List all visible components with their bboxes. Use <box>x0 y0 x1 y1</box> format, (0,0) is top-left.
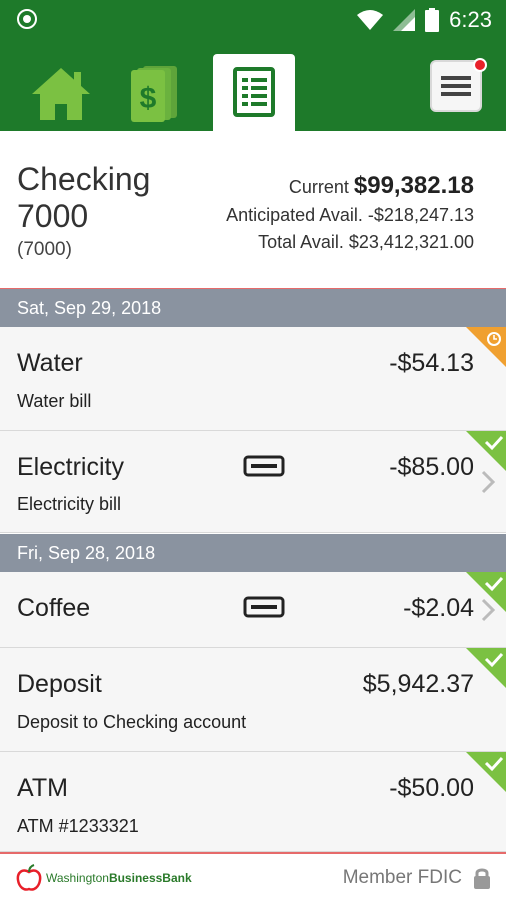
transaction-description: Water bill <box>17 391 92 411</box>
account-summary: Checking 7000 (7000) Current $99,382.18 … <box>0 131 506 290</box>
money-icon: $ <box>131 66 177 122</box>
ledger-icon <box>233 67 275 117</box>
top-nav: $ <box>0 40 506 131</box>
current-balance: Current $99,382.18 <box>288 172 474 199</box>
member-fdic-text: Member FDIC <box>342 867 462 888</box>
clock: 6:23 <box>449 7 492 32</box>
transaction-amount: -$54.13 <box>389 349 474 377</box>
transaction-title: Coffee <box>17 594 91 622</box>
transaction-row[interactable]: Water Water bill -$54.13 <box>0 327 506 431</box>
lock-icon <box>474 868 490 889</box>
date-header: Sat, Sep 29, 2018 <box>0 289 506 327</box>
transaction-description: ATM #1233321 <box>17 816 139 836</box>
transaction-amount: -$50.00 <box>389 774 474 802</box>
hamburger-menu-icon <box>441 76 471 96</box>
chevron-right-icon <box>481 470 496 494</box>
transaction-description: Deposit to Checking account <box>17 712 247 732</box>
transaction-row[interactable]: ATM ATM #1233321 -$50.00 <box>0 752 506 852</box>
card-icon <box>243 596 285 618</box>
chevron-right-icon <box>481 598 496 622</box>
svg-text:$: $ <box>140 82 157 115</box>
tab-money[interactable]: $ <box>116 54 198 131</box>
transaction-amount: -$2.04 <box>403 594 474 622</box>
home-icon <box>32 68 90 120</box>
signal-icon <box>393 9 416 31</box>
transaction-title: Deposit <box>17 670 102 698</box>
transaction-title: Electricity <box>17 453 124 481</box>
account-name: Checking 7000 <box>17 161 151 234</box>
transaction-row[interactable]: Coffee -$2.04 <box>0 572 506 648</box>
transaction-title: ATM <box>17 774 68 802</box>
date-header: Fri, Sep 28, 2018 <box>0 534 506 572</box>
footer: WashingtonBusinessBank Member FDIC <box>0 852 506 900</box>
cleared-check-icon <box>466 648 506 688</box>
tab-ledger[interactable] <box>213 54 295 131</box>
cleared-check-icon <box>466 752 506 792</box>
status-bar: 6:23 <box>0 0 506 40</box>
account-number: (7000) <box>17 239 72 260</box>
transaction-title: Water <box>17 349 83 377</box>
notification-icon <box>17 9 37 29</box>
transaction-row[interactable]: Electricity Electricity bill -$85.00 <box>0 431 506 533</box>
transaction-amount: $5,942.37 <box>362 670 474 698</box>
transaction-amount: -$85.00 <box>389 453 474 481</box>
battery-icon <box>425 8 440 32</box>
total-balance: Total Avail. $23,412,321.00 <box>258 232 474 252</box>
card-icon <box>243 455 285 477</box>
cleared-check-icon <box>466 431 506 471</box>
notification-badge <box>473 58 487 72</box>
tab-home[interactable] <box>20 54 102 131</box>
apple-logo-icon <box>16 864 42 891</box>
transaction-row[interactable]: Deposit Deposit to Checking account $5,9… <box>0 648 506 752</box>
bank-logo[interactable]: WashingtonBusinessBank <box>16 864 192 892</box>
wifi-icon <box>357 10 384 30</box>
pending-clock-icon <box>466 327 506 367</box>
anticipated-balance: Anticipated Avail. -$218,247.13 <box>226 205 474 225</box>
transaction-description: Electricity bill <box>17 494 122 514</box>
